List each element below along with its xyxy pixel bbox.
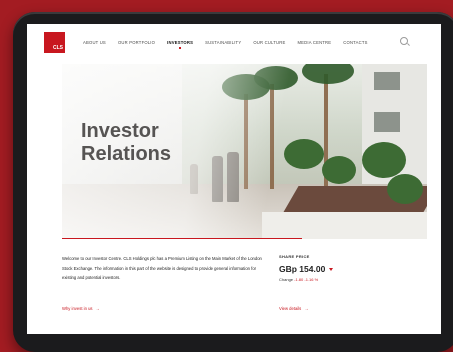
view-details-link[interactable]: View details → [279, 306, 308, 311]
page-title: Investor Relations [81, 120, 172, 165]
cls-logo[interactable]: CLS [44, 32, 65, 53]
nav-item-contacts[interactable]: Contacts [343, 40, 367, 45]
nav-item-investors[interactable]: Investors [167, 40, 193, 45]
change-label: Change [279, 277, 294, 282]
share-price-change: Change -1.80 -1.16 % [279, 277, 318, 282]
view-details-label: View details [279, 306, 302, 311]
why-invest-link[interactable]: Why invest in us → [62, 306, 100, 311]
nav-item-media-centre[interactable]: Media centre [297, 40, 331, 45]
down-arrow-icon [329, 268, 333, 271]
main-nav: About us Our portfolio Investors Sustain… [83, 40, 380, 45]
nav-item-about-us[interactable]: About us [83, 40, 106, 45]
why-invest-label: Why invest in us [62, 306, 93, 311]
tablet-frame: CLS About us Our portfolio Investors Sus… [13, 12, 453, 352]
intro-text: Welcome to our Investor Centre. CLS Hold… [62, 256, 262, 280]
site-header: CLS About us Our portfolio Investors Sus… [27, 24, 441, 64]
nav-item-our-culture[interactable]: Our culture [253, 40, 285, 45]
logo-text: CLS [53, 45, 63, 51]
change-value: -1.80 -1.16 % [294, 277, 319, 282]
arrow-right-icon: → [304, 306, 309, 311]
hero-accent-line [62, 238, 302, 239]
website-screen: CLS About us Our portfolio Investors Sus… [27, 24, 441, 334]
nav-item-sustainability[interactable]: Sustainability [205, 40, 241, 45]
share-price-value: GBp 154.00 [279, 264, 326, 274]
search-icon[interactable] [400, 37, 408, 45]
nav-item-our-portfolio[interactable]: Our portfolio [118, 40, 155, 45]
share-price-heading: SHARE PRICE [279, 254, 310, 259]
arrow-right-icon: → [95, 306, 100, 311]
